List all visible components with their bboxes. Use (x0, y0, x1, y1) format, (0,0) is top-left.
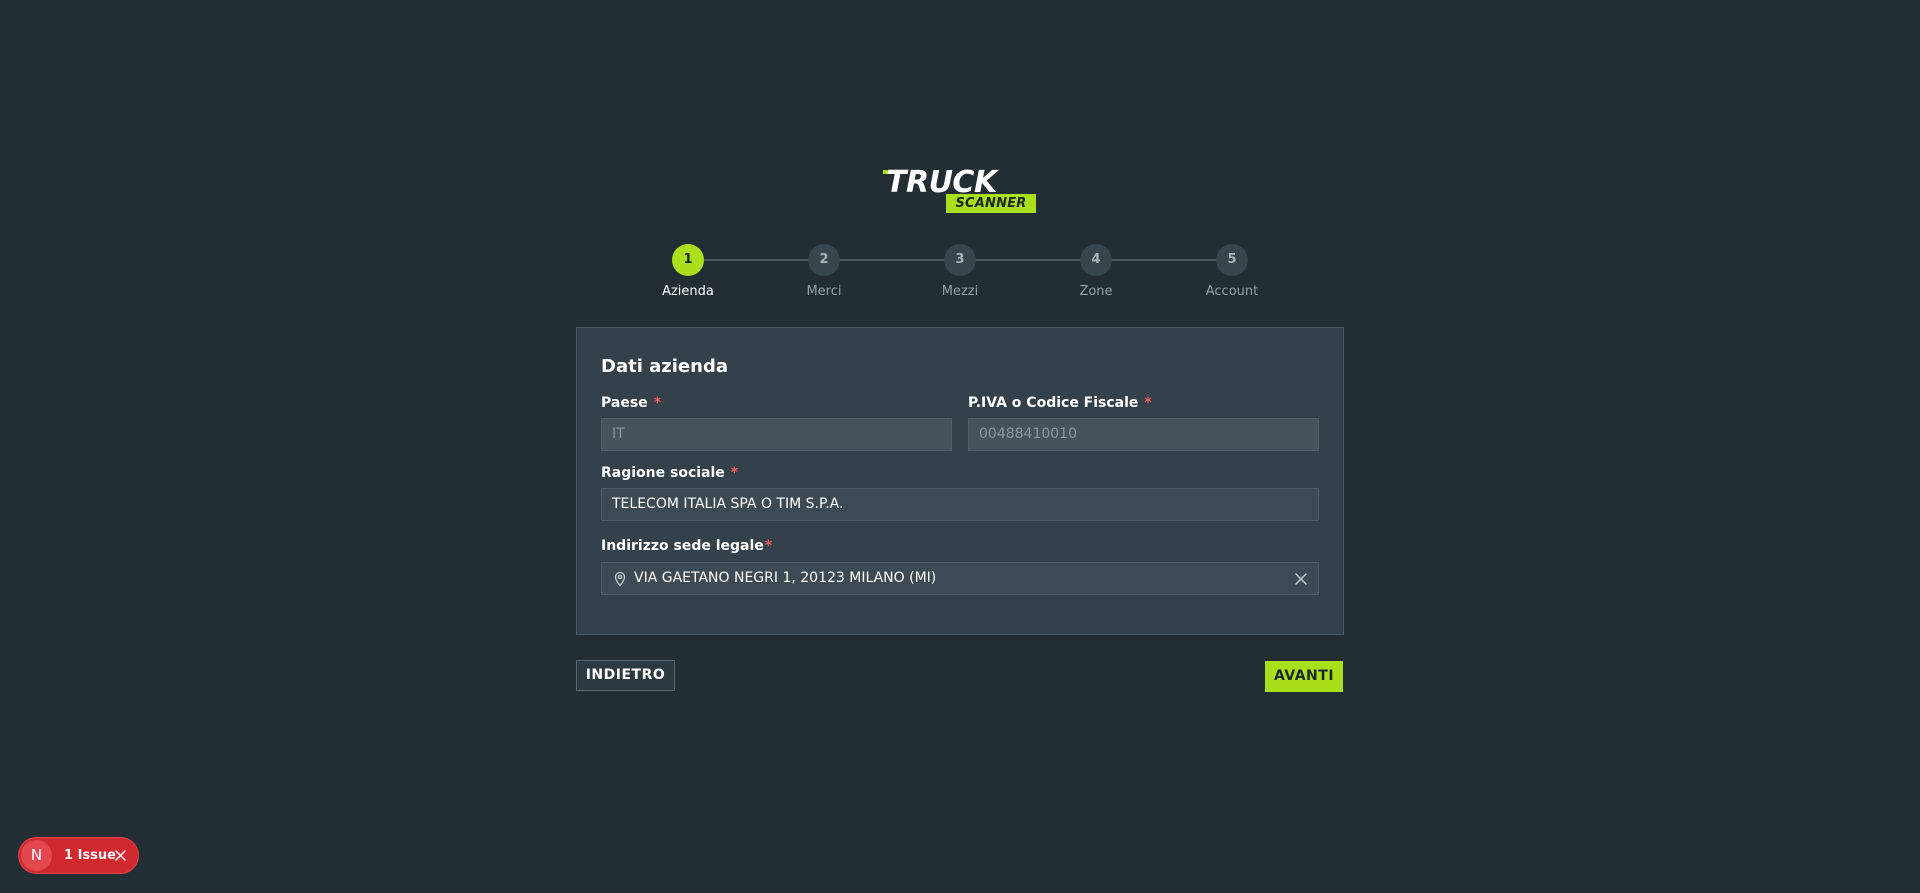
indirizzo-label-text: Indirizzo sede legale (601, 538, 764, 554)
back-button[interactable]: INDIETRO (576, 660, 675, 691)
piva-label-text: P.IVA o Codice Fiscale (968, 395, 1139, 411)
step-label: Merci (806, 284, 842, 299)
indirizzo-value: VIA GAETANO NEGRI 1, 20123 MILANO (MI) (634, 570, 937, 586)
required-mark: * (1144, 395, 1152, 411)
step-merci[interactable]: 2 Merci (792, 244, 856, 299)
step-azienda[interactable]: 1 Azienda (656, 244, 720, 299)
logo-scanner-text: SCANNER (946, 194, 1036, 213)
piva-label: P.IVA o Codice Fiscale * (968, 395, 1152, 411)
company-data-card: Dati azienda Paese * IT P.IVA o Codice Fi… (576, 327, 1344, 635)
map-pin-icon (614, 571, 626, 587)
indirizzo-input[interactable]: VIA GAETANO NEGRI 1, 20123 MILANO (MI) (601, 562, 1319, 595)
truck-scanner-logo: TRUCK SCANNER (882, 166, 1038, 214)
step-label: Zone (1079, 284, 1113, 299)
required-mark: * (730, 465, 739, 481)
step-number: 1 (672, 244, 704, 276)
next-button[interactable]: AVANTI (1265, 661, 1343, 692)
step-account[interactable]: 5 Account (1200, 244, 1264, 299)
issues-badge[interactable]: N 1 Issue (19, 838, 138, 873)
card-title: Dati azienda (601, 356, 728, 377)
required-mark: * (653, 395, 661, 411)
step-label: Azienda (662, 284, 714, 299)
onboarding-stepper: 1 Azienda 2 Merci 3 Mezzi 4 Zone 5 Accou… (656, 244, 1258, 304)
ragione-sociale-label-text: Ragione sociale (601, 465, 725, 481)
next-logo-icon: N (21, 840, 52, 871)
close-icon[interactable] (1294, 572, 1308, 586)
step-label: Account (1205, 284, 1259, 299)
step-label: Mezzi (941, 284, 979, 299)
piva-input[interactable]: 00488410010 (968, 418, 1319, 451)
paese-label: Paese * (601, 395, 661, 411)
close-icon[interactable] (114, 849, 127, 862)
step-number: 4 (1080, 244, 1112, 276)
step-number: 3 (944, 244, 976, 276)
step-number: 2 (808, 244, 840, 276)
required-mark: * (764, 538, 773, 554)
step-number: 5 (1216, 244, 1248, 276)
ragione-sociale-input[interactable]: TELECOM ITALIA SPA O TIM S.P.A. (601, 488, 1319, 521)
paese-input[interactable]: IT (601, 418, 952, 451)
indirizzo-label: Indirizzo sede legale* (601, 538, 772, 554)
step-zone[interactable]: 4 Zone (1064, 244, 1128, 299)
issue-count[interactable]: 1 Issue (64, 838, 116, 873)
paese-label-text: Paese (601, 395, 648, 411)
ragione-sociale-label: Ragione sociale * (601, 465, 738, 481)
step-mezzi[interactable]: 3 Mezzi (928, 244, 992, 299)
